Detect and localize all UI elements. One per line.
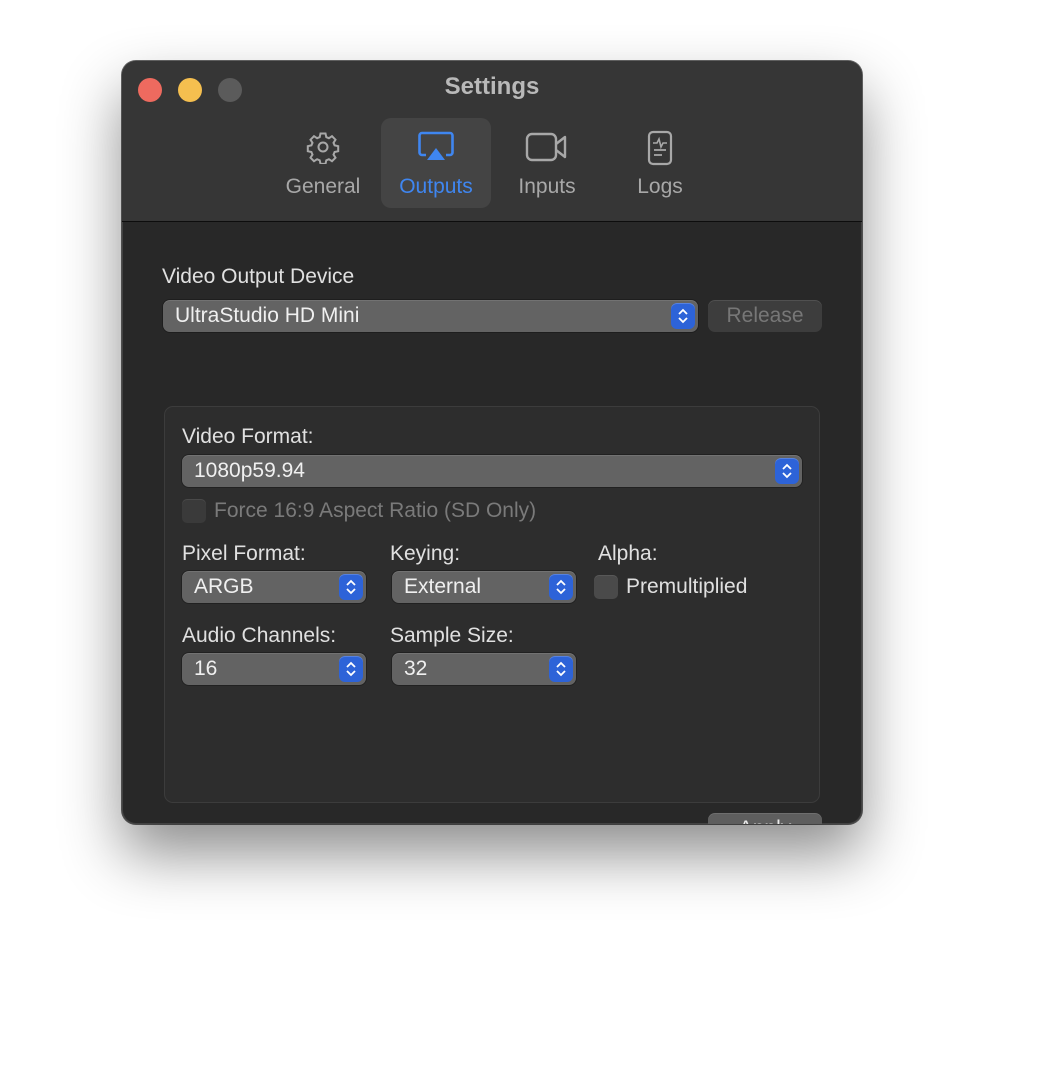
alpha-label: Alpha: — [598, 542, 658, 565]
apply-button[interactable]: Apply — [708, 813, 822, 824]
toolbar-tabs: General Outputs Inputs Logs — [122, 118, 862, 208]
tab-logs[interactable]: Logs — [605, 118, 715, 208]
selected-value: External — [404, 575, 482, 598]
tab-outputs[interactable]: Outputs — [381, 118, 491, 208]
selected-value: ARGB — [194, 575, 254, 598]
chevron-up-down-icon — [549, 656, 573, 682]
premultiplied-label: Premultiplied — [626, 575, 748, 598]
selected-value: 16 — [194, 657, 218, 680]
outputs-panel: Video Output Device UltraStudio HD Mini … — [122, 223, 862, 824]
keying-label: Keying: — [390, 542, 461, 565]
gear-icon — [306, 130, 340, 169]
video-format-label: Video Format: — [182, 425, 314, 448]
selected-value: UltraStudio HD Mini — [175, 304, 360, 327]
selected-value: 1080p59.94 — [194, 459, 305, 482]
audio-channels-select[interactable]: 16 — [182, 653, 366, 685]
video-output-device-label: Video Output Device — [162, 265, 355, 288]
chevron-up-down-icon — [339, 656, 363, 682]
window-title: Settings — [444, 73, 540, 100]
title-bar: Settings General Outputs Inputs Logs — [122, 61, 862, 222]
tab-inputs[interactable]: Inputs — [492, 118, 602, 208]
selected-value: 32 — [404, 657, 428, 680]
sample-size-select[interactable]: 32 — [392, 653, 576, 685]
tab-label: General — [285, 175, 361, 198]
log-document-icon — [646, 130, 674, 171]
keying-select[interactable]: External — [392, 571, 576, 603]
premultiplied-checkbox[interactable] — [594, 575, 618, 599]
chevron-up-down-icon — [671, 303, 695, 329]
video-camera-icon — [525, 130, 569, 169]
video-format-select[interactable]: 1080p59.94 — [182, 455, 802, 487]
tab-label: Logs — [637, 175, 683, 198]
video-output-device-select[interactable]: UltraStudio HD Mini — [163, 300, 698, 332]
audio-channels-label: Audio Channels: — [182, 624, 337, 647]
tab-general[interactable]: General — [268, 118, 378, 208]
airplay-icon — [416, 130, 456, 169]
chevron-up-down-icon — [549, 574, 573, 600]
chevron-up-down-icon — [775, 458, 799, 484]
chevron-up-down-icon — [339, 574, 363, 600]
force-aspect-checkbox[interactable] — [182, 499, 206, 523]
sample-size-label: Sample Size: — [390, 624, 514, 647]
tab-label: Outputs — [399, 175, 473, 198]
settings-window: Settings General Outputs Inputs Logs Vid… — [122, 61, 862, 824]
release-button[interactable]: Release — [708, 300, 822, 332]
tab-label: Inputs — [518, 175, 576, 198]
force-aspect-label: Force 16:9 Aspect Ratio (SD Only) — [214, 499, 537, 522]
pixel-format-label: Pixel Format: — [182, 542, 306, 565]
pixel-format-select[interactable]: ARGB — [182, 571, 366, 603]
